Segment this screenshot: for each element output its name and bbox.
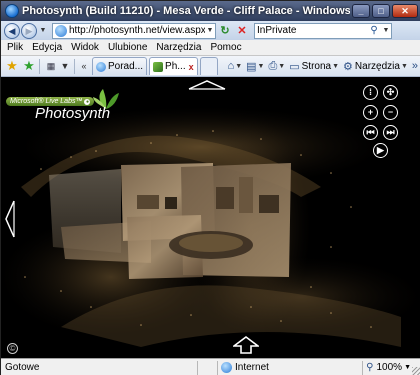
live-labs-label: Microsoft® Live Labs™ bbox=[10, 98, 83, 105]
stop-icon[interactable]: ✕ bbox=[234, 23, 250, 39]
play-icon[interactable]: ▶ bbox=[373, 143, 388, 158]
status-text: Gotowe bbox=[5, 362, 40, 373]
chevron-down-icon: ▼ bbox=[278, 62, 286, 70]
search-box: ⚲ ▼ bbox=[254, 22, 392, 39]
chevron-down-icon: ▼ bbox=[400, 62, 408, 70]
feeds-button[interactable]: ▤ ▼ bbox=[246, 60, 264, 73]
photosynth-viewer[interactable]: Microsoft® Live Labs™ ● Photosynth ⁞ ✣ + … bbox=[1, 77, 420, 358]
menu-edit[interactable]: Edycja bbox=[32, 42, 62, 53]
copyright-icon[interactable]: © bbox=[7, 343, 18, 354]
menu-help[interactable]: Pomoc bbox=[210, 42, 241, 53]
history-dropdown-icon[interactable]: ▼ bbox=[38, 24, 48, 38]
zone-label: Internet bbox=[235, 362, 269, 373]
command-bar: ⌂ ▼ ▤ ▼ ⎙ ▼ ▭ Strona ▼ ⚙ Narzędzia ▼ » bbox=[224, 60, 420, 73]
window-title: Photosynth (Build 11210) - Mesa Verde - … bbox=[22, 5, 350, 17]
status-cell bbox=[197, 360, 217, 375]
globe-icon bbox=[221, 362, 232, 373]
search-dropdown-icon[interactable]: ▼ bbox=[381, 24, 391, 38]
security-zone[interactable]: Internet bbox=[217, 360, 319, 375]
tab-label: Ph... bbox=[165, 61, 186, 72]
refresh-icon[interactable]: ↻ bbox=[217, 23, 233, 39]
add-favorite-icon[interactable]: ★ bbox=[22, 59, 36, 73]
print-icon: ⎙ bbox=[268, 59, 278, 72]
address-bar: ▼ bbox=[52, 22, 216, 39]
tab-list-dropdown-icon[interactable]: ▼ bbox=[59, 59, 71, 73]
photosynth-logo-text: Photosynth bbox=[35, 105, 111, 122]
search-input[interactable] bbox=[255, 25, 367, 36]
navigation-controls: ⁞ ✣ + − ⏮ ⏭ ▶ bbox=[359, 79, 415, 161]
resize-grip[interactable] bbox=[412, 367, 420, 375]
home-icon: ⌂ bbox=[227, 60, 235, 72]
zoom-in-icon[interactable]: + bbox=[363, 105, 378, 120]
maximize-button[interactable]: □ bbox=[372, 4, 390, 18]
menu-bar: Plik Edycja Widok Ulubione Narzędzia Pom… bbox=[1, 40, 420, 56]
close-button[interactable]: ✕ bbox=[392, 4, 418, 18]
chevron-down-icon: ▼ bbox=[257, 62, 265, 70]
photosynth-tab-icon bbox=[153, 61, 164, 72]
grid-view-icon[interactable]: ⁞ bbox=[363, 85, 378, 100]
menu-tools[interactable]: Narzędzia bbox=[156, 42, 201, 53]
previous-icon[interactable]: ⏮ bbox=[363, 125, 378, 140]
toolbar-overflow-button[interactable]: » bbox=[412, 60, 418, 72]
chevron-down-icon: ▼ bbox=[235, 62, 243, 70]
search-icon[interactable]: ⚲ bbox=[367, 24, 381, 38]
tab-toolbar: ★ ★ ▦ ▼ « Porad... Ph... x ⌂ ▼ ▤ ▼ ⎙ ▼ ▭ Str… bbox=[1, 56, 420, 77]
address-dropdown-icon[interactable]: ▼ bbox=[205, 24, 215, 38]
navigate-left-icon[interactable] bbox=[4, 199, 16, 239]
navigate-up-icon[interactable] bbox=[187, 79, 227, 91]
next-icon[interactable]: ⏭ bbox=[383, 125, 398, 140]
forward-button[interactable]: ▶ bbox=[21, 22, 37, 39]
page-menu-label: Strona bbox=[301, 60, 332, 72]
new-tab-button[interactable] bbox=[199, 57, 218, 75]
ie-icon bbox=[5, 4, 19, 18]
quick-tabs-icon[interactable]: ▦ bbox=[45, 60, 57, 72]
tools-menu-label: Narzędzia bbox=[354, 60, 400, 72]
browser-window: Photosynth (Build 11210) - Mesa Verde - … bbox=[0, 0, 420, 375]
home-button[interactable]: ⌂ ▼ bbox=[228, 60, 243, 72]
back-button[interactable]: ◀ bbox=[4, 22, 20, 39]
menu-file[interactable]: Plik bbox=[7, 42, 23, 53]
zoom-level: 100% bbox=[376, 362, 403, 373]
separator bbox=[74, 58, 75, 74]
scroll-tabs-left-icon[interactable]: « bbox=[78, 59, 90, 73]
minimize-button[interactable]: _ bbox=[352, 4, 370, 18]
zoom-out-icon[interactable]: − bbox=[383, 105, 398, 120]
gear-icon: ⚙ bbox=[343, 60, 353, 73]
address-input[interactable] bbox=[67, 25, 205, 36]
favorites-star-icon[interactable]: ★ bbox=[5, 59, 19, 73]
tab-label: Porad... bbox=[108, 61, 144, 72]
page-menu-button[interactable]: ▭ Strona ▼ bbox=[289, 60, 339, 73]
chevron-down-icon: ▼ bbox=[404, 364, 411, 371]
menu-favorites[interactable]: Ulubione bbox=[108, 42, 147, 53]
tab-photosynth[interactable]: Ph... x bbox=[149, 57, 198, 75]
feeds-icon: ▤ bbox=[246, 60, 257, 73]
separator bbox=[39, 58, 40, 74]
page-icon: ▭ bbox=[289, 60, 300, 73]
window-controls: _ □ ✕ bbox=[350, 4, 418, 18]
address-toolbar: ◀ ▶ ▼ ▼ ↻ ✕ ⚲ ▼ bbox=[1, 21, 420, 40]
menu-view[interactable]: Widok bbox=[71, 42, 99, 53]
tab-porad[interactable]: Porad... bbox=[92, 57, 148, 75]
status-bar: Gotowe Internet ⚲ 100% ▼ bbox=[1, 358, 420, 375]
tools-menu-button[interactable]: ⚙ Narzędzia ▼ bbox=[343, 60, 408, 73]
page-icon bbox=[96, 61, 106, 72]
print-button[interactable]: ⎙ ▼ bbox=[268, 60, 285, 73]
close-tab-icon[interactable]: x bbox=[189, 62, 194, 72]
synth-view-icon[interactable]: ✣ bbox=[383, 85, 398, 100]
chevron-down-icon: ▼ bbox=[332, 62, 340, 70]
title-bar: Photosynth (Build 11210) - Mesa Verde - … bbox=[1, 1, 420, 21]
zoom-icon: ⚲ bbox=[366, 362, 374, 373]
page-icon bbox=[55, 24, 67, 37]
navigate-forward-icon[interactable] bbox=[233, 336, 259, 354]
